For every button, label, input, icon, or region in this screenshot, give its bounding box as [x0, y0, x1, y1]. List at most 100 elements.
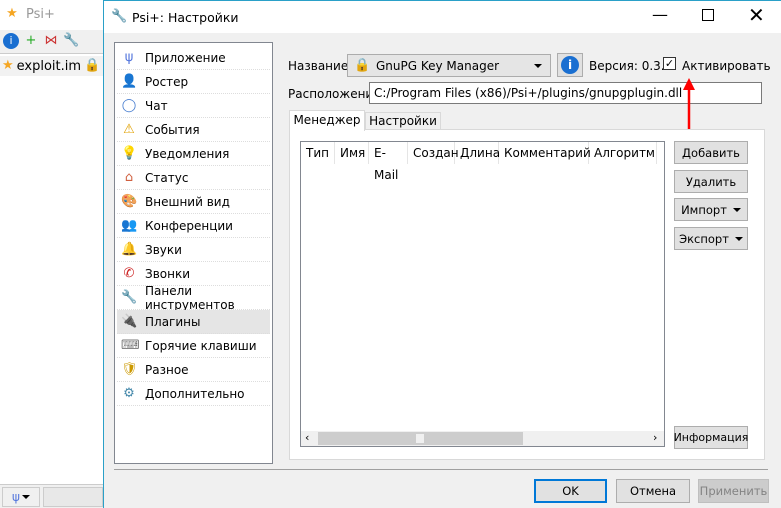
scroll-right-icon[interactable]: ›: [653, 431, 657, 444]
psi-app-icon: ψ: [124, 49, 134, 65]
wrench-icon: 🔧: [111, 9, 128, 24]
gears-icon: ⚙: [123, 385, 135, 401]
horizontal-scrollbar[interactable]: ‹ ›: [301, 431, 664, 446]
transport-icon[interactable]: ⋈: [43, 33, 59, 49]
sidebar-item-2[interactable]: ◯ Чат: [117, 94, 270, 118]
sidebar-item-1[interactable]: 👤 Ростер: [117, 70, 270, 94]
warning-icon: ⚠: [123, 121, 135, 137]
keyboard-icon: ⌨: [121, 337, 140, 353]
version-label: Версия: 0.3.5: [589, 59, 673, 73]
import-button[interactable]: Импорт: [674, 198, 748, 221]
sidebar-item-label: Уведомления: [145, 146, 230, 161]
roster-icon: 👤: [121, 73, 138, 89]
main-window-titlebar: ★ Psi+: [4, 6, 55, 22]
chevron-down-icon: [732, 207, 741, 212]
scroll-left-icon[interactable]: ‹: [305, 431, 309, 444]
plugin-info-button[interactable]: i: [557, 53, 583, 77]
sidebar-item-14[interactable]: ⚙ Дополнительно: [117, 382, 270, 406]
shield-icon: 🛡: [121, 361, 138, 377]
sidebar-item-label: Звонки: [145, 266, 190, 281]
sidebar-item-0[interactable]: ψ Приложение: [117, 46, 270, 70]
sidebar-item-label: Дополнительно: [145, 386, 245, 401]
star-icon: ★: [6, 6, 18, 21]
status-menu-button[interactable]: ψ: [2, 487, 40, 507]
star-icon: ★: [2, 58, 14, 73]
home-icon: ⌂: [124, 169, 134, 185]
sidebar-item-13[interactable]: 🛡 Разное: [117, 358, 270, 382]
sidebar-item-10[interactable]: 🔧 Панели инструментов: [117, 283, 270, 312]
plugin-select[interactable]: 🔒 GnuPG Key Manager: [347, 54, 551, 77]
main-statusbar: ψ: [0, 484, 104, 508]
ok-button[interactable]: OK: [534, 479, 607, 503]
info-icon: i: [561, 56, 579, 74]
main-toolbar: i + ⋈ 🔧: [0, 30, 104, 54]
sidebar-item-label: Разное: [145, 362, 189, 377]
column-header[interactable]: Алгоритм: [589, 142, 657, 164]
column-header[interactable]: Тип: [301, 142, 335, 164]
sidebar-item-label: Конференции: [145, 218, 233, 233]
sidebar-item-label: Статус: [145, 170, 189, 185]
apply-button[interactable]: Применить: [698, 479, 769, 503]
keys-table[interactable]: Тип Имя E-Mail Создан Длина Комментарий Алгори…: [300, 141, 665, 447]
dialog-titlebar: 🔧 Psi+: Настройки — ✕: [104, 1, 781, 33]
delete-button[interactable]: Удалить: [674, 170, 748, 193]
wrench-icon[interactable]: 🔧: [63, 33, 79, 49]
close-button[interactable]: ✕: [748, 3, 765, 27]
minimize-button[interactable]: —: [652, 5, 668, 24]
scrollbar-thumb[interactable]: [318, 432, 523, 445]
column-header[interactable]: Создан: [408, 142, 459, 164]
chevron-down-icon: [734, 236, 743, 241]
column-header[interactable]: Имя: [335, 142, 369, 164]
sidebar-item-12[interactable]: ⌨ Горячие клавиши: [117, 334, 270, 358]
sidebar-item-4[interactable]: 💡 Уведомления: [117, 142, 270, 166]
group-icon: 👥: [121, 217, 138, 233]
sidebar-item-label: Плагины: [145, 314, 201, 329]
sidebar-item-label: Панели инструментов: [145, 283, 235, 312]
sidebar-item-8[interactable]: 🔔 Звуки: [117, 238, 270, 262]
table-header: Тип Имя E-Mail Создан Длина Комментарий Алгори…: [301, 142, 664, 182]
bulb-icon: 💡: [121, 145, 138, 161]
dialog-title: Psi+: Настройки: [132, 10, 239, 25]
location-field[interactable]: C:/Program Files (x86)/Psi+/plugins/gnup…: [369, 82, 762, 104]
phone-icon: ✆: [123, 265, 135, 281]
sidebar-item-label: Звуки: [145, 242, 182, 257]
column-header[interactable]: Комментарий: [499, 142, 591, 164]
sidebar-item-5[interactable]: ⌂ Статус: [117, 166, 270, 190]
status-field[interactable]: [43, 487, 103, 507]
sidebar-item-label: Ростер: [145, 74, 189, 89]
red-arrow-annotation: [683, 78, 695, 131]
lock-icon: 🔒: [354, 57, 371, 73]
chevron-down-icon: [534, 64, 542, 68]
info-icon[interactable]: i: [3, 33, 19, 49]
sidebar-item-6[interactable]: 🎨 Внешний вид: [117, 190, 270, 214]
lock-icon: 🔒: [84, 58, 101, 73]
settings-dialog: 🔧 Psi+: Настройки — ✕ ψ Приложение 👤 Ростер…: [103, 0, 781, 508]
sidebar-item-9[interactable]: ✆ Звонки: [117, 262, 270, 286]
maximize-button[interactable]: [702, 9, 714, 21]
column-header[interactable]: Длина: [455, 142, 500, 164]
information-button[interactable]: Информация: [674, 426, 748, 449]
cancel-button[interactable]: Отмена: [616, 479, 690, 503]
sidebar-item-label: Горячие клавиши: [145, 338, 257, 353]
tab-manager[interactable]: Менеджер: [289, 110, 365, 131]
toolbar-icon: 🔧: [121, 289, 138, 305]
add-button[interactable]: Добавить: [674, 141, 748, 164]
add-contact-icon[interactable]: +: [23, 33, 39, 49]
export-button[interactable]: Экспорт: [674, 227, 748, 250]
tab-panel: Тип Имя E-Mail Создан Длина Комментарий Алгори…: [289, 129, 765, 460]
account-row[interactable]: ★ exploit.im 🔒 (4: [0, 56, 116, 76]
settings-sidebar: ψ Приложение 👤 Ростер ◯ Чат ⚠ События 💡 Уведомлен…: [114, 42, 273, 464]
divider: [114, 469, 768, 470]
sidebar-item-label: Внешний вид: [145, 194, 230, 209]
plug-icon: 🔌: [121, 313, 138, 329]
sidebar-item-11[interactable]: 🔌 Плагины: [117, 310, 270, 334]
column-header[interactable]: E-Mail: [369, 142, 408, 182]
palette-icon: 🎨: [121, 193, 138, 209]
activate-checkbox[interactable]: ✓: [663, 57, 676, 70]
chat-bubble-icon: ◯: [121, 97, 137, 113]
tab-settings[interactable]: Настройки: [365, 112, 441, 130]
sidebar-item-label: События: [145, 122, 200, 137]
main-window: ★Psi+ i + ⋈ 🔧 ★ exploit.im 🔒 (4 ψ: [0, 0, 116, 508]
sidebar-item-7[interactable]: 👥 Конференции: [117, 214, 270, 238]
sidebar-item-3[interactable]: ⚠ События: [117, 118, 270, 142]
